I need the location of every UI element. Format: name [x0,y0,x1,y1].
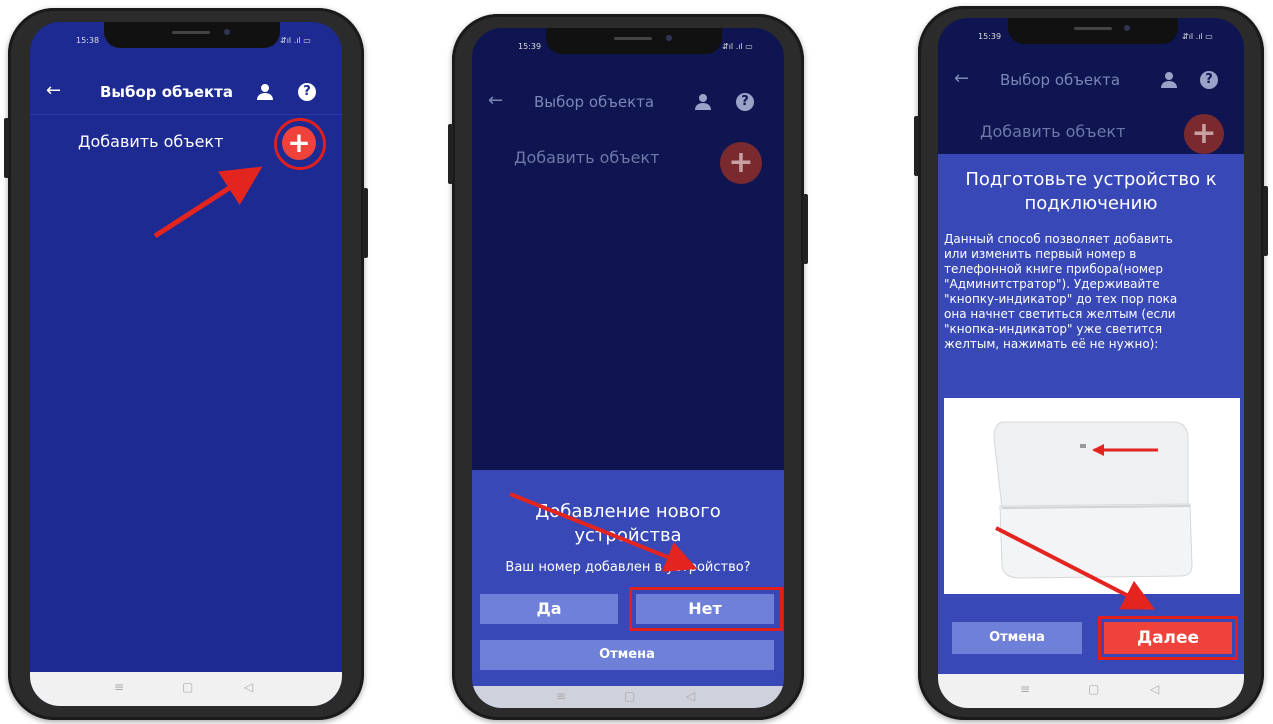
phone-2: 15:39 ⇵ıl .ıl ▭ ← Выбор объекта ? Добави… [448,14,808,720]
system-nav-bar: ≡ ▢ ◁ [472,686,784,708]
status-signal-icons: ⇵ıl .ıl ▭ [722,42,753,51]
menu-icon[interactable]: ≡ [556,689,566,703]
back-arrow-icon[interactable]: ← [954,68,969,89]
screen-1: 15:38 ⇵ıl .ıl ▭ ← Выбор объекта ? Добави… [30,22,342,706]
device-illustration [993,421,1193,579]
no-button-highlight [629,587,783,631]
notch [1008,18,1178,44]
nav-back-icon[interactable]: ◁ [686,689,695,703]
back-arrow-icon[interactable]: ← [46,80,61,101]
cancel-button[interactable]: Отмена [952,622,1082,654]
screen-3: 15:39 ⇵ıl .ıl ▭ ← Выбор объекта ? Добави… [938,18,1244,708]
status-signal-icons: ⇵ıl .ıl ▭ [1182,32,1213,41]
add-object-label: Добавить объект [78,132,224,151]
page-title: Выбор объекта [534,93,655,111]
notch [104,22,280,48]
home-icon[interactable]: ▢ [182,680,193,694]
phone-1: 15:38 ⇵ıl .ıl ▭ ← Выбор объекта ? Добави… [4,8,368,720]
page-title: Выбор объекта [1000,71,1121,89]
prepare-device-dialog: Подготовьте устройство к подключению Дан… [938,154,1244,674]
plus-icon: + [728,145,754,180]
system-nav-bar: ≡ ▢ ◁ [30,672,342,706]
add-object-label: Добавить объект [980,122,1126,141]
help-icon[interactable]: ? [1200,71,1218,89]
nav-back-icon[interactable]: ◁ [1150,682,1159,696]
highlight-circle [274,118,326,170]
notch [546,28,722,54]
home-icon[interactable]: ▢ [624,689,635,703]
screen-2: 15:39 ⇵ıl .ıl ▭ ← Выбор объекта ? Добави… [472,28,784,708]
add-object-button[interactable]: + [720,142,762,184]
help-icon[interactable]: ? [298,83,316,101]
dialog-title: Добавление нового устройства [535,501,721,546]
help-icon[interactable]: ? [736,93,754,111]
page-title: Выбор объекта [100,83,233,101]
add-object-button[interactable]: + [1184,114,1224,154]
phone-3: 15:39 ⇵ıl .ıl ▭ ← Выбор объекта ? Добави… [914,6,1268,720]
back-arrow-icon[interactable]: ← [488,90,503,111]
menu-icon[interactable]: ≡ [114,680,124,694]
status-signal-icons: ⇵ıl .ıl ▭ [280,36,311,45]
add-object-label: Добавить объект [514,148,660,167]
menu-icon[interactable]: ≡ [1020,682,1030,696]
nav-back-icon[interactable]: ◁ [244,680,253,694]
new-device-dialog: Добавление нового устройства Ваш номер д… [472,470,784,708]
top-app-bar: ← Выбор объекта ? [30,74,342,110]
user-icon[interactable] [1160,71,1178,89]
status-time: 15:38 [76,36,100,45]
system-nav-bar: ≡ ▢ ◁ [938,674,1244,708]
cancel-button[interactable]: Отмена [480,640,774,670]
dialog-question: Ваш номер добавлен в устройство? [505,560,751,575]
dialog-title: Подготовьте устройство к подключению [965,169,1217,214]
user-icon[interactable] [694,93,712,111]
top-app-bar: ← Выбор объекта ? [472,84,784,120]
status-time: 15:39 [518,42,542,51]
dialog-body: Данный способ позволяет добавить или изм… [944,232,1178,351]
user-icon[interactable] [256,83,274,101]
top-app-bar: ← Выбор объекта ? [938,62,1244,98]
device-image [944,398,1240,594]
home-icon[interactable]: ▢ [1088,682,1099,696]
yes-button[interactable]: Да [480,594,618,624]
status-time: 15:39 [978,32,1002,41]
plus-icon: + [1191,116,1217,151]
next-button-highlight [1098,616,1238,660]
